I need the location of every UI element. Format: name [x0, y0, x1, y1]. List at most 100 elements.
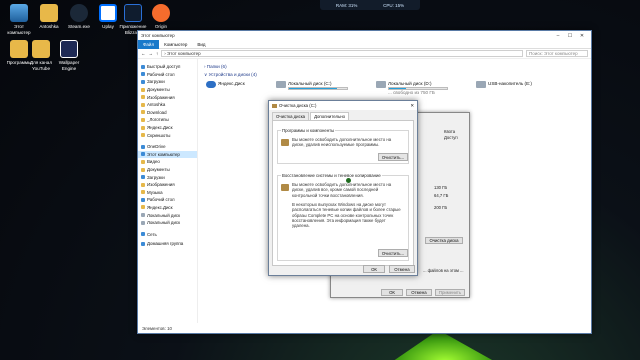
system-stats-overlay: RAM: 31% CPU: 15%	[320, 0, 420, 10]
nav-item-documents[interactable]: Документы	[138, 86, 197, 94]
forward-icon[interactable]: →	[149, 51, 154, 56]
ram-stat: RAM: 31%	[335, 2, 358, 8]
folder-icon	[40, 4, 58, 22]
desktop-icon-origin[interactable]: Origin	[144, 4, 178, 30]
restore-group: Восстановление системы и теневое копиров…	[277, 173, 409, 261]
computer-icon	[141, 152, 145, 157]
back-icon[interactable]: ←	[141, 51, 146, 56]
download-icon	[141, 79, 145, 84]
nav-item-this-pc[interactable]: Этот компьютер	[138, 150, 197, 159]
music-icon	[141, 190, 145, 195]
dialog-titlebar[interactable]: Очистка диска (C:) ✕	[269, 101, 417, 110]
folder-icon	[32, 40, 50, 58]
folder-icon	[141, 133, 145, 138]
disk-cleanup-button[interactable]: Очистка диска	[425, 237, 463, 244]
nav-item-pictures[interactable]: Изображения	[138, 93, 197, 101]
restore-icon	[281, 184, 289, 191]
ok-button[interactable]: ОК	[363, 265, 385, 273]
drive-icon	[276, 81, 286, 88]
tab-computer[interactable]: Компьютер	[159, 42, 192, 47]
status-bar: Элементов: 10	[142, 326, 172, 331]
drive-icon	[141, 213, 145, 218]
group-folders[interactable]: › Папки (6)	[204, 64, 585, 69]
size-value: 200 ГБ	[434, 205, 448, 210]
shadow-copies-note: В некоторых выпусках Windows на диске мо…	[292, 202, 401, 229]
programs-legend: Программы и компоненты	[281, 128, 336, 133]
star-icon	[141, 64, 145, 69]
properties-footer-text: ... файлов на этом ...	[423, 268, 464, 273]
search-input[interactable]: Поиск: Этот компьютер	[526, 50, 588, 57]
nav-item-download[interactable]: Download	[138, 109, 197, 117]
desktop-icon-this-pc[interactable]: Этот компьютер	[2, 4, 36, 35]
nav-item-quick-access[interactable]: Быстрый доступ	[138, 63, 197, 71]
blizzard-icon	[124, 4, 142, 22]
nav-item-downloads[interactable]: Загрузки	[138, 78, 197, 86]
nav-item-local-disk-d[interactable]: Локальный диск	[138, 219, 197, 227]
programs-cleanup-button[interactable]: Очистить...	[378, 153, 408, 161]
wallpaper-tent	[380, 330, 510, 360]
desktop-icon-label: Origin	[154, 24, 168, 29]
cancel-button[interactable]: Отмена	[406, 289, 432, 296]
restore-legend: Восстановление системы и теневое копиров…	[281, 173, 382, 178]
nav-item-videos[interactable]: Видео	[138, 158, 197, 166]
nav-item-desktop-2[interactable]: Рабочий стол	[138, 196, 197, 204]
drive-e[interactable]: USB-накопитель (E:)	[476, 81, 536, 95]
drive-list: Яндекс.Диск Яндекс.Диск Локальный диск (…	[206, 81, 585, 95]
apply-button[interactable]: Применить	[435, 289, 465, 296]
steam-icon	[70, 4, 88, 22]
tab-panel: Программы и компоненты Вы можете освобод…	[272, 120, 414, 266]
nav-item-antoshka[interactable]: Antoshka	[138, 101, 197, 109]
drive-c[interactable]: Яндекс.Диск Локальный диск (C:)	[276, 81, 366, 95]
group-devices[interactable]: ∨ Устройства и диски (4)	[204, 72, 585, 78]
cancel-button[interactable]: Отмена	[389, 265, 415, 273]
ribbon-tabs: Файл Компьютер Вид	[138, 39, 591, 49]
minimize-icon[interactable]: –	[552, 33, 564, 39]
nav-item-pictures-2[interactable]: Изображения	[138, 181, 197, 189]
folder-icon	[141, 102, 145, 107]
desktop-icon-antoshka[interactable]: Antoshka	[32, 4, 66, 30]
close-icon[interactable]: ✕	[576, 33, 588, 39]
drive-d[interactable]: Локальный диск (D:) ... свободно из 750 …	[376, 81, 466, 95]
nav-item-network[interactable]: Сеть	[138, 230, 197, 238]
download-icon	[141, 175, 145, 180]
usb-drive-icon	[476, 81, 486, 88]
nav-item-logos[interactable]: _Логотипы	[138, 116, 197, 124]
explorer-titlebar[interactable]: Этот компьютер – ☐ ✕	[138, 31, 591, 40]
maximize-icon[interactable]: ☐	[564, 33, 576, 39]
folder-icon	[141, 117, 145, 122]
disk-cleanup-icon	[272, 103, 277, 108]
nav-item-onedrive[interactable]: OneDrive	[138, 143, 197, 151]
cloud-icon	[206, 81, 216, 88]
restore-cleanup-button[interactable]: Очистить...	[378, 249, 408, 257]
nav-item-yandex-disk[interactable]: Яндекс.Диск	[138, 124, 197, 132]
documents-icon	[141, 167, 145, 172]
nav-item-yandex-disk-2[interactable]: Яндекс.Диск	[138, 204, 197, 212]
close-icon[interactable]: ✕	[410, 103, 414, 109]
desktop-icon-wallpaper-engine[interactable]: Wallpaper Engine	[52, 40, 86, 71]
wallpaper-engine-icon	[60, 40, 78, 58]
nav-item-music[interactable]: Музыка	[138, 189, 197, 197]
up-icon[interactable]: ↑	[156, 51, 158, 56]
tab-file[interactable]: Файл	[138, 39, 160, 49]
tab-view[interactable]: Вид	[192, 42, 210, 47]
folder-icon	[141, 205, 145, 210]
documents-icon	[141, 87, 145, 92]
nav-item-local-disk-c[interactable]: Локальный диск	[138, 211, 197, 219]
drive-yandex[interactable]: Яндекс.Диск	[206, 81, 266, 95]
nav-item-documents-2[interactable]: Документы	[138, 166, 197, 174]
dialog-tabs: Очистка диска Дополнительно	[269, 110, 417, 120]
folder-icon	[141, 125, 145, 130]
address-field[interactable]: › Этот компьютер	[161, 50, 523, 57]
size-value: 64,7 ГБ	[434, 193, 449, 198]
desktop-icon	[141, 197, 145, 202]
tab-more-options[interactable]: Дополнительно	[310, 112, 350, 120]
nav-item-desktop[interactable]: Рабочий стол	[138, 71, 197, 79]
pictures-icon	[141, 95, 145, 100]
nav-item-screenshots[interactable]: Скриншоты	[138, 131, 197, 139]
tab-disk-cleanup[interactable]: Очистка диска	[272, 112, 310, 120]
ok-button[interactable]: ОК	[381, 289, 403, 296]
origin-icon	[152, 4, 170, 22]
nav-item-downloads-2[interactable]: Загрузки	[138, 173, 197, 181]
nav-item-homegroup[interactable]: Домашняя группа	[138, 240, 197, 248]
navigation-pane: Быстрый доступ Рабочий стол Загрузки Док…	[138, 59, 198, 323]
